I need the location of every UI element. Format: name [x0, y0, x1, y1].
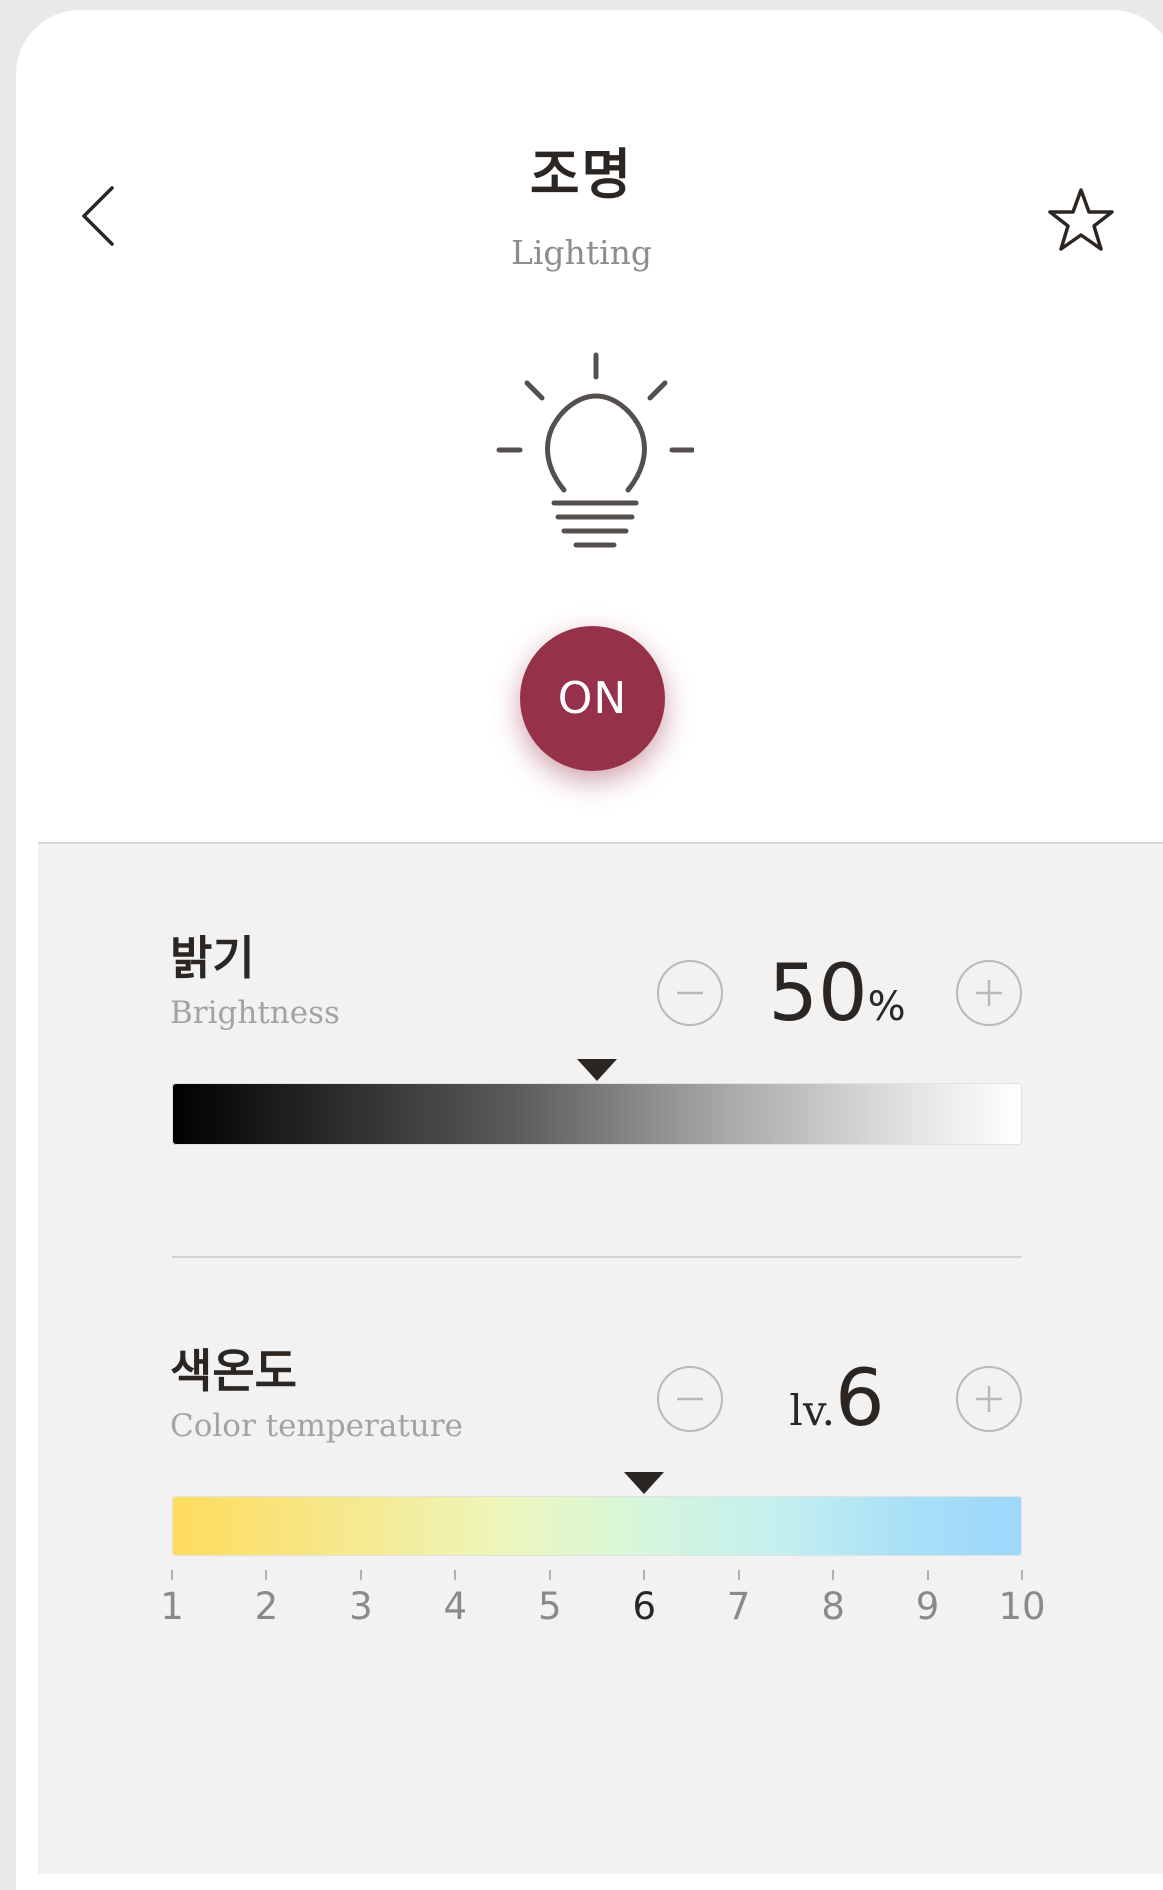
- scale-label-2[interactable]: 2: [236, 1588, 296, 1625]
- brightness-slider-handle[interactable]: [577, 1059, 617, 1081]
- favorite-button[interactable]: [1036, 174, 1126, 264]
- brightness-unit: %: [867, 984, 906, 1030]
- scale-tick: [171, 1570, 173, 1580]
- brightness-value: 50%: [762, 955, 912, 1033]
- color-temperature-decrease-button[interactable]: [657, 1366, 723, 1432]
- scale-label-6[interactable]: 6: [614, 1588, 674, 1625]
- scale-tick: [454, 1570, 457, 1580]
- color-temperature-number: 6: [834, 1354, 885, 1444]
- page-title: 조명: [529, 143, 634, 206]
- scale-label-9[interactable]: 9: [898, 1588, 958, 1625]
- color-temperature-slider-track[interactable]: [172, 1496, 1022, 1556]
- scale-label-5[interactable]: 5: [520, 1588, 580, 1625]
- plus-circle-icon: [976, 1386, 1002, 1412]
- scale-tick: [926, 1570, 929, 1580]
- color-temperature-slider-handle[interactable]: [624, 1472, 665, 1494]
- minus-circle-icon: [677, 1397, 703, 1401]
- scale-tick: [643, 1570, 646, 1580]
- scale-label-4[interactable]: 4: [425, 1588, 485, 1625]
- scale-label-1[interactable]: 1: [142, 1588, 202, 1625]
- minus-circle-icon: [677, 991, 703, 995]
- power-button[interactable]: ON: [520, 626, 665, 771]
- brightness-increase-button[interactable]: [956, 960, 1022, 1026]
- color-temperature-value: lv.6: [762, 1360, 912, 1438]
- star-outline-icon: [1048, 188, 1114, 251]
- scale-label-8[interactable]: 8: [803, 1588, 863, 1625]
- scale-tick: [265, 1570, 268, 1580]
- color-temperature-prefix: lv.: [789, 1386, 835, 1435]
- brightness-number: 50: [768, 949, 868, 1039]
- scale-tick: [832, 1570, 835, 1580]
- scale-label-3[interactable]: 3: [331, 1588, 391, 1625]
- page-subtitle: Lighting: [510, 233, 653, 272]
- brightness-title: 밝기: [170, 931, 255, 985]
- scale-tick: [737, 1570, 740, 1580]
- brightness-slider-track[interactable]: [172, 1083, 1022, 1145]
- scale-label-7[interactable]: 7: [709, 1588, 769, 1625]
- scale-tick: [359, 1570, 362, 1580]
- color-temperature-subtitle: Color temperature: [170, 1408, 463, 1444]
- scale-tick: [1021, 1570, 1023, 1580]
- scale-tick: [548, 1570, 551, 1580]
- brightness-decrease-button[interactable]: [657, 960, 723, 1026]
- light-bulb-icon: [496, 352, 694, 548]
- scale-label-10[interactable]: 10: [992, 1588, 1052, 1625]
- section-divider: [172, 1256, 1022, 1258]
- plus-circle-icon: [976, 980, 1002, 1006]
- color-temperature-increase-button[interactable]: [956, 1366, 1022, 1432]
- brightness-subtitle: Brightness: [170, 995, 340, 1031]
- color-temperature-title: 색온도: [170, 1344, 297, 1398]
